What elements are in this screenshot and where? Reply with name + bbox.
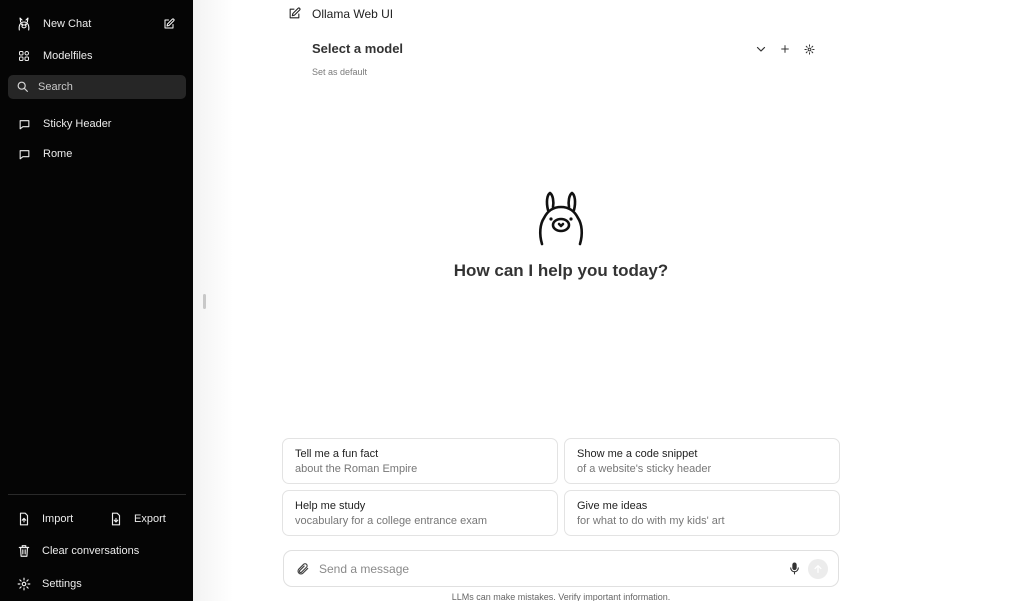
message-composer (283, 550, 839, 587)
suggestion-card[interactable]: Give me ideas for what to do with my kid… (564, 490, 840, 536)
edit-icon[interactable] (288, 7, 302, 21)
settings-button[interactable]: Settings (8, 572, 82, 596)
ollama-logo-icon (16, 16, 32, 32)
search-icon (16, 80, 30, 94)
ollama-llama-icon (538, 191, 584, 246)
model-selector[interactable]: Select a model (312, 41, 403, 56)
greeting-heading: How can I help you today? (453, 261, 669, 280)
gear-icon (16, 576, 32, 592)
chat-item-title: Rome (43, 148, 73, 160)
plus-icon[interactable] (778, 42, 792, 56)
chat-item-title: Sticky Header (43, 118, 112, 130)
clear-conversations-label: Clear conversations (42, 545, 140, 557)
suggestion-subtitle: for what to do with my kids' art (577, 515, 725, 527)
disclaimer-text: LLMs can make mistakes. Verify important… (451, 592, 671, 601)
new-chat-button[interactable]: New Chat (8, 12, 186, 36)
paperclip-icon[interactable] (295, 561, 311, 577)
suggestion-grid: Tell me a fun fact about the Roman Empir… (282, 438, 840, 537)
model-actions (754, 42, 816, 56)
main-edge-shade (193, 0, 233, 601)
import-label: Import (42, 513, 74, 525)
suggestion-title: Give me ideas (577, 500, 648, 512)
grid-icon (16, 48, 32, 64)
suggestion-subtitle: about the Roman Empire (295, 463, 418, 475)
chat-bubble-icon (16, 146, 32, 162)
send-button[interactable] (808, 558, 828, 579)
arrow-up-icon (814, 564, 822, 573)
import-icon (16, 511, 32, 527)
trash-icon (16, 543, 32, 559)
chat-item[interactable]: Sticky Header (8, 112, 186, 136)
sidebar: New Chat Modelfiles Stick (0, 0, 193, 601)
search-input[interactable] (38, 81, 178, 93)
suggestion-title: Show me a code snippet (577, 448, 698, 460)
sidebar-divider (8, 494, 186, 495)
suggestion-subtitle: vocabulary for a college entrance exam (295, 515, 487, 527)
search-box (8, 75, 186, 99)
sidebar-resize-handle[interactable] (203, 294, 206, 309)
suggestion-subtitle: of a website's sticky header (577, 463, 712, 475)
chat-bubble-icon (16, 116, 32, 132)
settings-label: Settings (42, 578, 82, 590)
import-button[interactable]: Import (8, 507, 73, 531)
app-title-text: Ollama Web UI (312, 7, 394, 21)
set-default-link[interactable]: Set as default (312, 67, 367, 77)
suggestion-card[interactable]: Help me study vocabulary for a college e… (282, 490, 558, 536)
app-title: Ollama Web UI (288, 6, 393, 22)
suggestion-card[interactable]: Tell me a fun fact about the Roman Empir… (282, 438, 558, 484)
gear-icon[interactable] (802, 42, 816, 56)
message-input[interactable] (319, 561, 774, 576)
suggestion-title: Help me study (295, 500, 366, 512)
export-icon (108, 511, 124, 527)
modelfiles-link[interactable]: Modelfiles (8, 44, 186, 68)
chevron-down-icon[interactable] (754, 42, 768, 56)
new-chat-label: New Chat (43, 18, 92, 30)
modelfiles-label: Modelfiles (43, 50, 93, 62)
export-label: Export (134, 513, 166, 525)
export-button[interactable]: Export (100, 507, 166, 531)
microphone-icon[interactable] (786, 561, 802, 577)
clear-conversations-button[interactable]: Clear conversations (8, 539, 139, 563)
suggestion-title: Tell me a fun fact (295, 448, 379, 460)
chat-item[interactable]: Rome (8, 142, 186, 166)
suggestion-card[interactable]: Show me a code snippet of a website's st… (564, 438, 840, 484)
compose-icon[interactable] (162, 17, 176, 31)
